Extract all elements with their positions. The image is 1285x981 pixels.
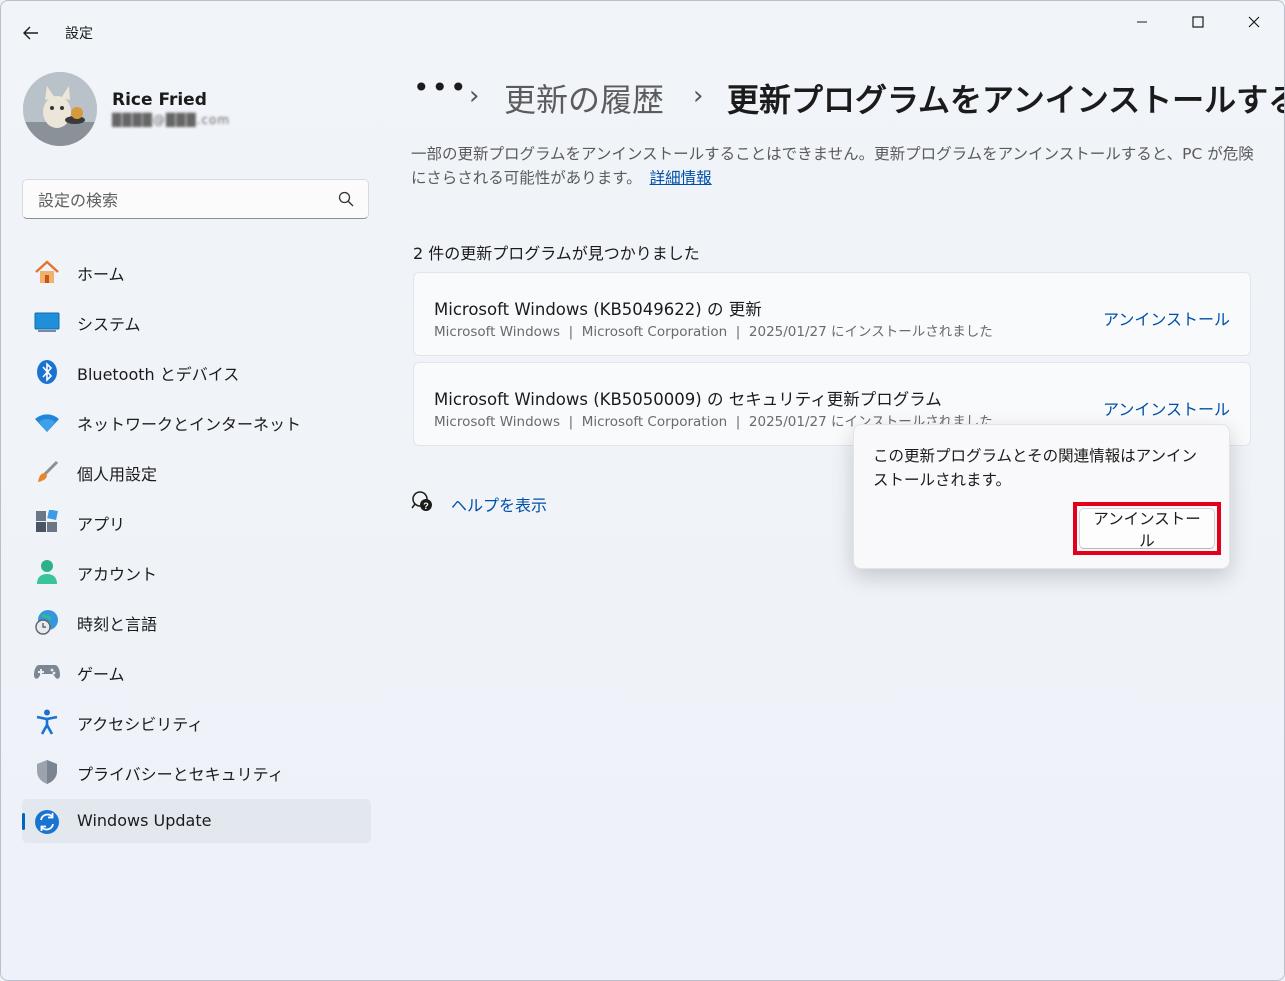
close-icon	[1248, 16, 1260, 28]
avatar[interactable]	[23, 72, 97, 146]
apps-icon	[34, 509, 60, 535]
accessibility-icon	[34, 709, 60, 735]
update-title: Microsoft Windows (KB5050009) の セキュリティ更新…	[434, 390, 942, 409]
brush-icon	[34, 459, 60, 485]
sidebar-item-system[interactable]: システム	[22, 299, 371, 343]
settings-search-box	[22, 179, 369, 219]
avatar-image-icon	[23, 72, 97, 146]
sidebar-item-windows-update[interactable]: Windows Update	[22, 799, 371, 843]
sidebar-item-personalization[interactable]: 個人用設定	[22, 449, 371, 493]
search-input[interactable]	[36, 188, 330, 212]
sidebar-item-time-language[interactable]: 時刻と言語	[22, 599, 371, 643]
breadcrumb-parent-link[interactable]: 更新の履歴	[504, 75, 664, 121]
back-button[interactable]	[15, 19, 47, 47]
learn-more-link[interactable]: 詳細情報	[650, 169, 712, 187]
settings-window: 設定 Rice Fried ████@███.com 設定の検索 ホーム システ…	[0, 0, 1285, 981]
flyout-message: この更新プログラムとその関連情報はアンインストールされます。	[873, 447, 1197, 489]
sidebar-item-label: アクセシビリティ	[77, 715, 204, 734]
sidebar-item-label: プライバシーとセキュリティ	[77, 765, 284, 784]
page-title: 更新プログラムをアンインストールする	[727, 81, 1285, 119]
update-meta: Microsoft Windows | Microsoft Corporatio…	[434, 324, 993, 340]
update-row: Microsoft Windows (KB5049622) の 更新 Micro…	[413, 272, 1251, 356]
sidebar-item-privacy[interactable]: プライバシーとセキュリティ	[22, 749, 371, 793]
windows-update-icon	[34, 809, 60, 835]
time-language-icon	[34, 609, 60, 635]
title-bar: 設定	[1, 1, 1284, 63]
update-title: Microsoft Windows (KB5049622) の 更新	[434, 300, 762, 319]
home-icon	[34, 259, 60, 285]
chevron-right-icon: ›	[693, 81, 704, 111]
sidebar-item-accounts[interactable]: アカウント	[22, 549, 371, 593]
wifi-icon	[34, 409, 60, 435]
maximize-button[interactable]	[1175, 7, 1221, 37]
sidebar-item-accessibility[interactable]: アクセシビリティ	[22, 699, 371, 743]
sidebar-item-label: システム	[77, 315, 141, 334]
sidebar-item-home[interactable]: ホーム	[22, 249, 371, 293]
bluetooth-icon	[34, 359, 60, 385]
active-indicator	[22, 813, 25, 830]
search-icon[interactable]	[338, 191, 354, 207]
sidebar-item-label: Windows Update	[77, 811, 212, 830]
sidebar-item-label: ゲーム	[77, 665, 125, 684]
sidebar-item-label: アプリ	[77, 515, 126, 534]
gamepad-icon	[34, 659, 60, 685]
minimize-icon	[1137, 21, 1147, 23]
uninstall-link[interactable]: アンインストール	[1103, 396, 1230, 420]
uninstall-link[interactable]: アンインストール	[1103, 306, 1230, 330]
minimize-button[interactable]	[1119, 7, 1165, 37]
sidebar-item-gaming[interactable]: ゲーム	[22, 649, 371, 693]
shield-icon	[34, 759, 60, 785]
user-email: ████@███.com	[112, 113, 231, 127]
back-arrow-icon	[23, 26, 38, 40]
close-button[interactable]	[1231, 7, 1277, 37]
sidebar-item-apps[interactable]: アプリ	[22, 499, 371, 543]
help-link[interactable]: ヘルプを表示	[451, 492, 547, 516]
confirm-uninstall-button[interactable]: アンインストール	[1079, 508, 1215, 550]
user-name: Rice Fried	[112, 90, 207, 110]
description-text: 一部の更新プログラムをアンインストールすることはできません。更新プログラムをアン…	[411, 145, 1254, 187]
sidebar-item-label: Bluetooth とデバイス	[77, 365, 240, 384]
system-icon	[34, 309, 60, 335]
sidebar-item-label: 時刻と言語	[77, 615, 158, 634]
app-title: 設定	[65, 26, 93, 42]
update-count-label: 2 件の更新プログラムが見つかりました	[413, 244, 700, 263]
account-icon	[34, 559, 60, 585]
maximize-icon	[1192, 16, 1204, 28]
sidebar-item-label: ネットワークとインターネット	[77, 415, 302, 434]
sidebar-item-label: ホーム	[77, 265, 125, 284]
sidebar-item-label: 個人用設定	[77, 465, 158, 484]
sidebar-item-network[interactable]: ネットワークとインターネット	[22, 399, 371, 443]
chevron-right-icon: ›	[469, 81, 480, 111]
page-description: 一部の更新プログラムをアンインストールすることはできません。更新プログラムをアン…	[411, 142, 1261, 190]
uninstall-confirmation-flyout: この更新プログラムとその関連情報はアンインストールされます。 アンインストール	[853, 424, 1230, 569]
breadcrumb-more-button[interactable]: •••	[413, 71, 469, 104]
sidebar-item-bluetooth[interactable]: Bluetooth とデバイス	[22, 349, 371, 393]
sidebar-item-label: アカウント	[77, 565, 158, 584]
help-icon: ?	[411, 491, 432, 511]
svg-text:?: ?	[423, 501, 429, 511]
